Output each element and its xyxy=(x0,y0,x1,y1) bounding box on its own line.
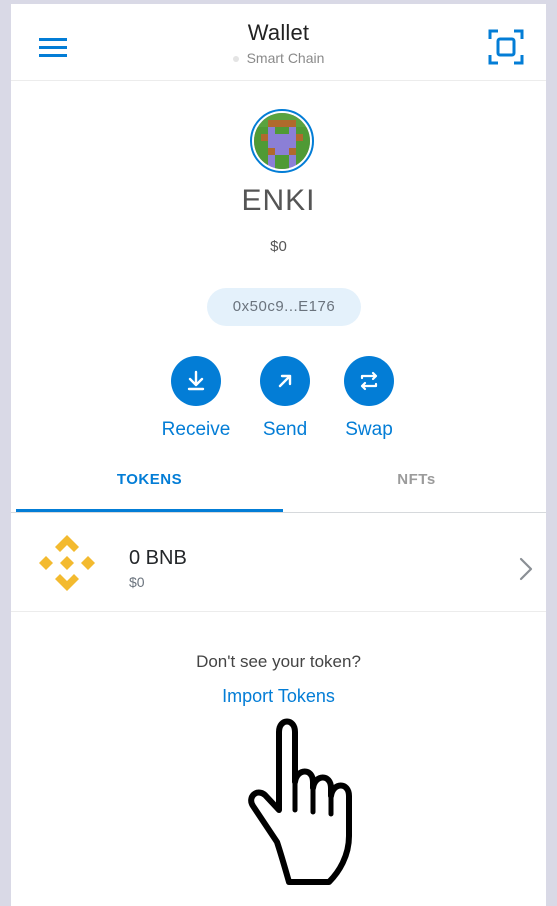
download-icon xyxy=(187,370,205,391)
network-name: Smart Chain xyxy=(246,50,325,66)
receive-circle xyxy=(171,356,221,406)
wallet-screen: Wallet Smart Chain ENKI $0 0x50c9...E176… xyxy=(11,4,546,906)
send-circle xyxy=(260,356,310,406)
swap-button[interactable]: Swap xyxy=(324,356,414,446)
token-amount: 0 BNB xyxy=(129,547,187,569)
qr-scan-icon[interactable] xyxy=(488,28,524,66)
bnb-logo-icon xyxy=(39,535,95,591)
swap-label: Swap xyxy=(345,419,393,440)
send-label: Send xyxy=(262,419,308,440)
token-fiat-value: $0 xyxy=(129,574,145,590)
app-header: Wallet Smart Chain xyxy=(11,4,546,81)
chevron-right-icon xyxy=(519,557,533,581)
network-status-dot xyxy=(232,56,239,63)
receive-label: Receive xyxy=(161,419,231,440)
network-indicator[interactable]: Smart Chain xyxy=(11,50,546,66)
swap-circle xyxy=(344,356,394,406)
account-avatar[interactable] xyxy=(250,109,314,173)
send-button[interactable]: Send xyxy=(240,356,330,446)
tab-tokens[interactable]: TOKENS xyxy=(16,456,283,512)
missing-token-prompt: Don't see your token? xyxy=(196,652,361,671)
arrow-up-right-icon xyxy=(278,374,292,388)
account-address-pill[interactable]: 0x50c9...E176 xyxy=(207,288,361,326)
asset-tabs: TOKENS NFTs xyxy=(11,456,546,513)
pointing-hand-icon xyxy=(248,718,352,885)
account-balance: $0 xyxy=(270,238,287,255)
account-name: ENKI xyxy=(241,184,316,217)
tab-nfts[interactable]: NFTs xyxy=(283,456,546,512)
token-row-bnb[interactable]: 0 BNB $0 xyxy=(11,513,546,612)
swap-arrows-icon xyxy=(360,371,378,391)
receive-button[interactable]: Receive xyxy=(151,356,241,446)
page-title: Wallet xyxy=(247,20,310,45)
identicon-icon xyxy=(254,113,310,169)
import-tokens-link[interactable]: Import Tokens xyxy=(11,686,546,707)
